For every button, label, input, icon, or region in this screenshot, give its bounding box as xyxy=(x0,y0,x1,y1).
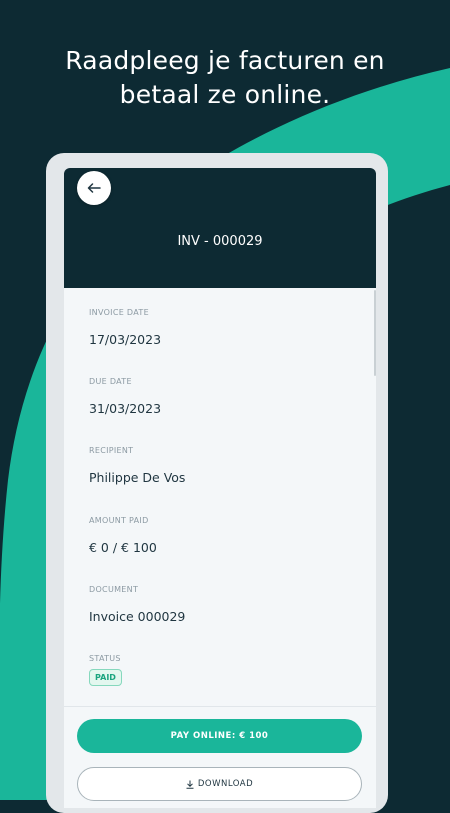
divider xyxy=(64,706,376,707)
document-field: DOCUMENT Invoice 000029 xyxy=(89,585,185,624)
download-icon xyxy=(186,780,194,789)
invoice-number: INV - 000029 xyxy=(177,234,263,249)
field-label: AMOUNT PAID xyxy=(89,516,149,525)
field-label: RECIPIENT xyxy=(89,446,134,455)
status-field: STATUS PAID xyxy=(89,654,122,686)
arrow-left-icon xyxy=(87,183,101,193)
headline: Raadpleeg je facturen en betaal ze onlin… xyxy=(0,44,450,112)
field-label: INVOICE DATE xyxy=(89,308,149,317)
download-button[interactable]: DOWNLOAD xyxy=(77,767,362,801)
field-label: STATUS xyxy=(89,654,121,663)
recipient-field: RECIPIENT Philippe De Vos xyxy=(89,446,185,485)
field-label: DOCUMENT xyxy=(89,585,139,594)
field-label: DUE DATE xyxy=(89,377,132,386)
document-link[interactable]: Invoice 000029 xyxy=(89,609,185,624)
field-value: 17/03/2023 xyxy=(89,332,162,347)
download-label: DOWNLOAD xyxy=(197,779,254,789)
invoice-header-panel: INV - 000029 xyxy=(64,168,376,288)
app-screen: INV - 000029 INVOICE DATE 17/03/2023 DUE… xyxy=(64,168,376,808)
field-value: € 0 / € 100 xyxy=(89,540,157,555)
status-badge: PAID xyxy=(89,669,122,686)
field-value: Philippe De Vos xyxy=(89,470,186,485)
pay-online-button[interactable]: PAY ONLINE: € 100 xyxy=(77,719,362,753)
headline-line-2: betaal ze online. xyxy=(119,80,331,109)
headline-line-1: Raadpleeg je facturen en xyxy=(65,46,385,75)
field-value: 31/03/2023 xyxy=(89,401,162,416)
scrollbar[interactable] xyxy=(374,290,376,376)
invoice-date-field: INVOICE DATE 17/03/2023 xyxy=(89,308,161,347)
due-date-field: DUE DATE 31/03/2023 xyxy=(89,377,161,416)
back-button[interactable] xyxy=(77,171,111,205)
amount-paid-field: AMOUNT PAID € 0 / € 100 xyxy=(89,516,157,555)
